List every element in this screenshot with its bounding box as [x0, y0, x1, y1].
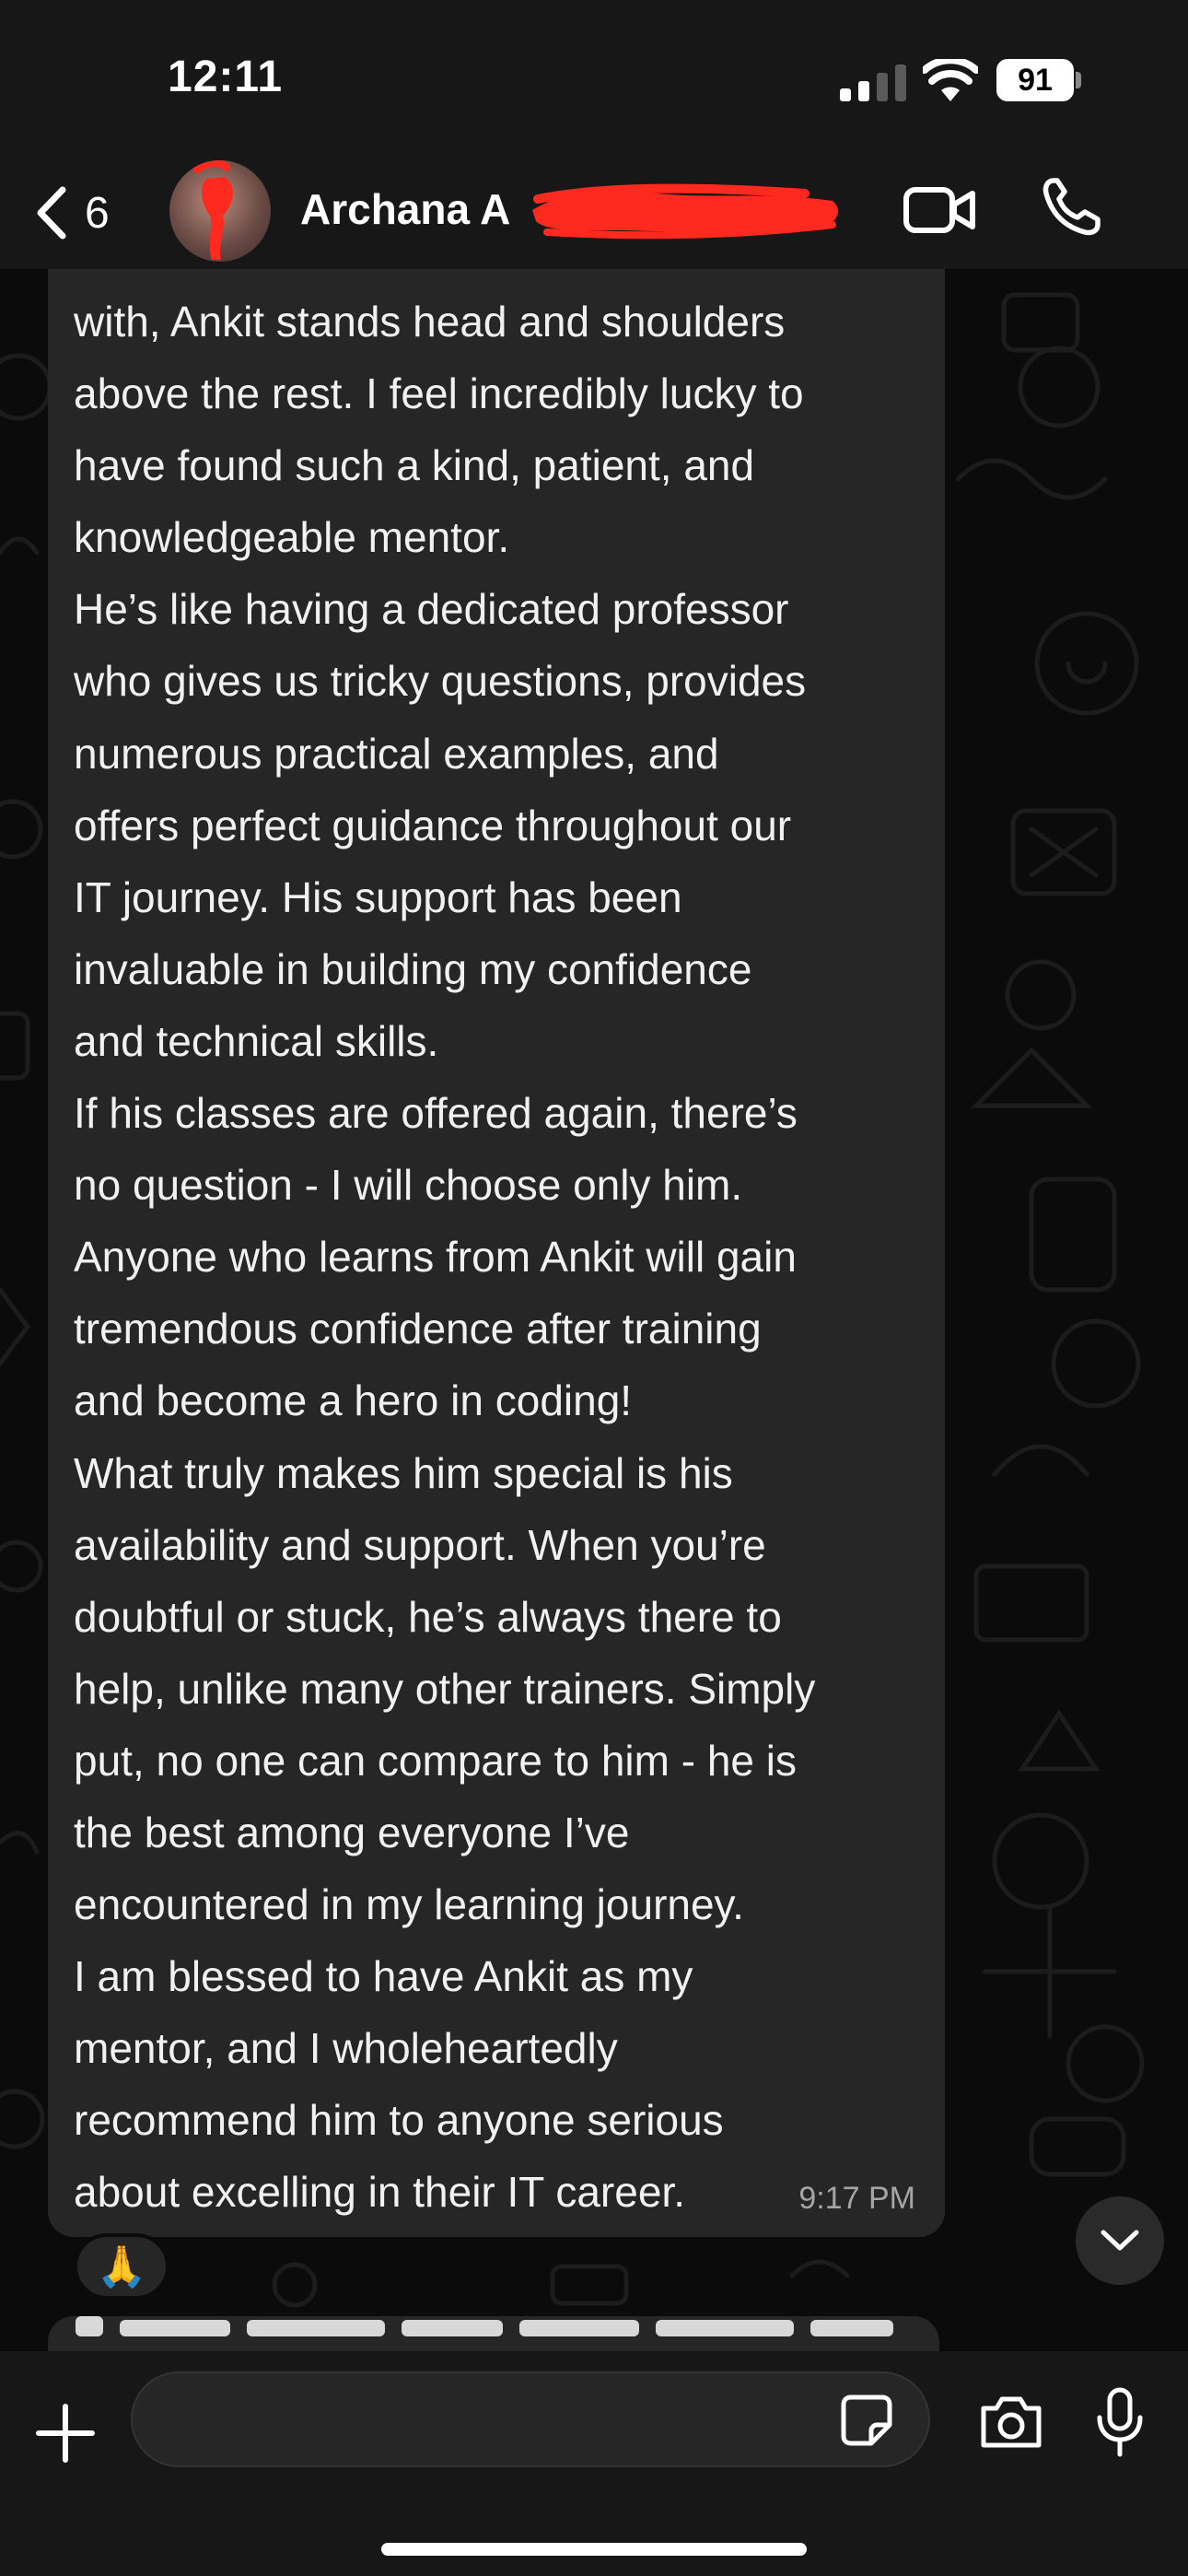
message-timestamp: 9:17 PM [798, 2181, 915, 2216]
chat-header: 12:11 91 6 Archana A [0, 0, 1188, 269]
video-camera-icon[interactable] [903, 182, 976, 238]
message-bubble[interactable]: with, Ankit stands head and shoulders ab… [48, 236, 945, 2237]
name-redaction-scribble [532, 183, 838, 240]
scroll-to-bottom-button[interactable] [1076, 2196, 1164, 2285]
status-bar: 12:11 91 [0, 0, 1188, 157]
chat-nav-row: 6 Archana A [0, 157, 1188, 269]
plus-icon[interactable] [35, 2403, 96, 2464]
home-indicator [381, 2543, 807, 2556]
unread-chats-count: 6 [85, 188, 110, 238]
chevron-down-icon [1101, 2230, 1139, 2251]
battery-level: 91 [996, 59, 1074, 101]
microphone-icon[interactable] [1094, 2386, 1146, 2458]
back-button[interactable]: 6 [33, 177, 110, 249]
phone-icon[interactable] [1041, 177, 1101, 238]
wifi-icon [923, 59, 978, 101]
message-text: with, Ankit stands head and shoulders ab… [74, 298, 816, 2217]
folded-hands-emoji: 🙏 [96, 2244, 147, 2289]
message-reaction[interactable]: 🙏 [74, 2233, 169, 2300]
message-input[interactable] [131, 2371, 930, 2467]
camera-icon[interactable] [978, 2394, 1044, 2451]
avatar-redaction [193, 160, 233, 260]
chevron-left-icon [37, 186, 66, 240]
contact-name[interactable]: Archana A [300, 184, 510, 234]
cellular-signal-icon [840, 64, 906, 101]
message-composer [0, 2351, 1188, 2576]
battery-indicator: 91 [996, 59, 1081, 101]
contact-avatar[interactable] [169, 160, 271, 262]
status-time: 12:11 [168, 53, 284, 101]
battery-cap [1076, 72, 1081, 88]
sticker-icon[interactable] [840, 2394, 893, 2447]
